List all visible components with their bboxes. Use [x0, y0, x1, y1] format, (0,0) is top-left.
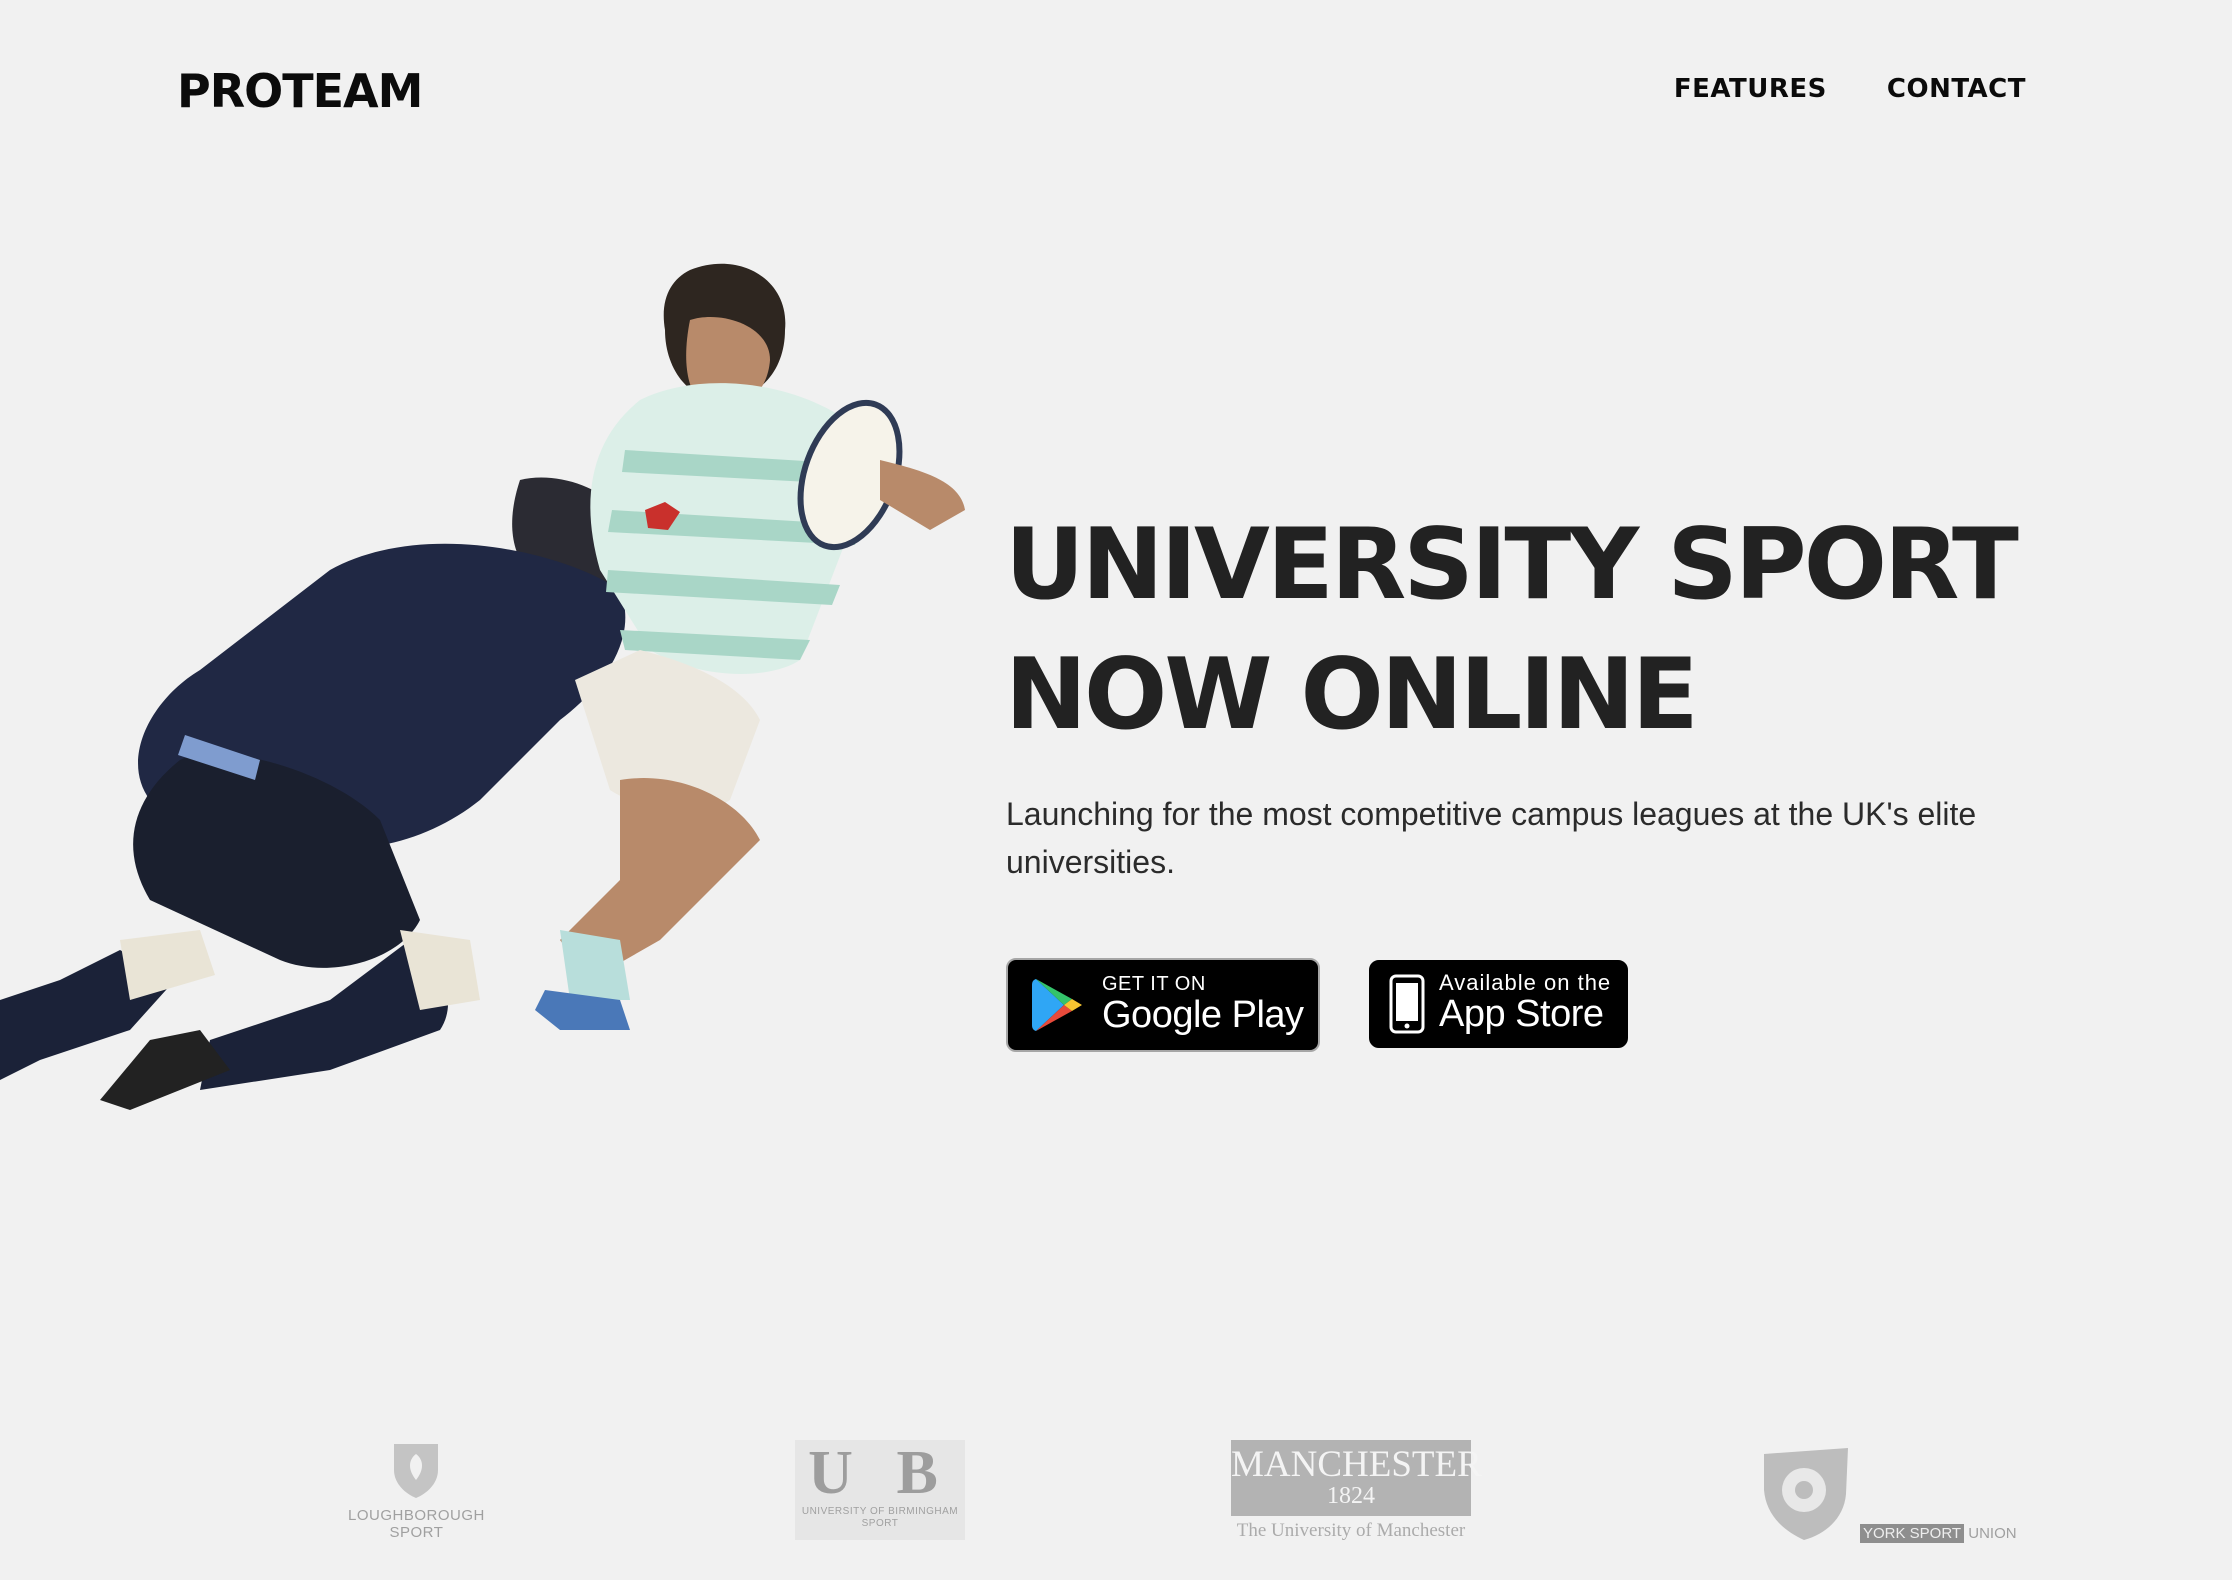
partner-logos: LOUGHBOROUGH SPORT U B UNIVERSITY OF BIR… [0, 1430, 2232, 1560]
partner-manchester: MANCHESTER 1824 The University of Manche… [1231, 1440, 1482, 1542]
app-store-text: Available on the App Store [1439, 970, 1612, 1036]
google-play-small: GET IT ON [1102, 973, 1206, 995]
main-nav: FEATURES CONTACT [1674, 74, 2026, 104]
nav-features-link[interactable]: FEATURES [1674, 74, 1827, 104]
manchester-subtitle: The University of Manchester [1236, 1520, 1466, 1541]
google-play-button[interactable]: GET IT ON Google Play [1006, 958, 1320, 1052]
loughborough-shield-icon [394, 1444, 439, 1498]
app-store-button[interactable]: Available on the App Store [1369, 960, 1628, 1048]
partner-birmingham: U B UNIVERSITY OF BIRMINGHAM SPORT [795, 1440, 965, 1540]
birmingham-line2: SPORT [861, 1518, 899, 1529]
rugby-tackle-illustration [0, 263, 965, 1110]
partner-york: YORK SPORT UNION [1756, 1444, 2017, 1544]
headline-line-1: UNIVERSITY SPORT [1005, 508, 2019, 622]
partner-loughborough: LOUGHBOROUGH SPORT [348, 1440, 485, 1541]
hero-subtitle: Launching for the most competitive campu… [1006, 796, 1977, 880]
google-play-icon [1032, 979, 1082, 1031]
manchester-year: 1824 [1327, 1483, 1375, 1509]
app-store-big: App Store [1439, 993, 1604, 1035]
birmingham-line1: UNIVERSITY OF BIRMINGHAM [801, 1506, 959, 1517]
google-play-big: Google Play [1102, 994, 1304, 1036]
york-text: YORK SPORT UNION [1860, 1524, 2017, 1543]
loughborough-line1: LOUGHBOROUGH [348, 1507, 485, 1524]
york-line1: YORK SPORT [1860, 1524, 1965, 1543]
app-store-small: Available on the [1439, 970, 1612, 995]
nav-contact-link[interactable]: CONTACT [1887, 74, 2026, 104]
york-line2: UNION [1968, 1525, 2017, 1542]
manchester-crest: MANCHESTER 1824 [1231, 1440, 1482, 1516]
headline-line-2: NOW ONLINE [1005, 638, 1699, 752]
google-play-text: GET IT ON Google Play [1102, 974, 1304, 1036]
phone-icon [1389, 974, 1425, 1034]
manchester-line1: MANCHESTER [1231, 1444, 1482, 1485]
hero-headline: UNIVERSITY SPORT NOW ONLINE [1005, 500, 2155, 760]
york-shield-icon [1764, 1448, 1848, 1540]
brand-logo[interactable]: PROTEAM [177, 64, 423, 118]
loughborough-line2: SPORT [389, 1524, 444, 1541]
birmingham-mark: U B [808, 1439, 952, 1507]
